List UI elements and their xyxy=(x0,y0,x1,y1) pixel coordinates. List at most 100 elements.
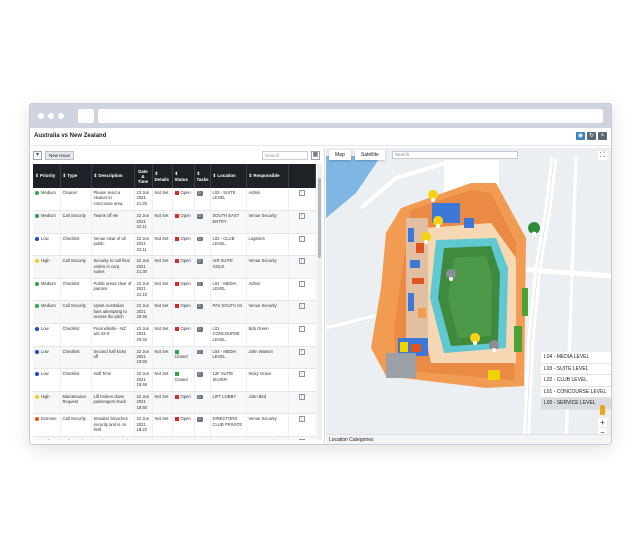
type-cell: Call Security xyxy=(60,436,92,440)
row-action-icon[interactable]: ⋮ xyxy=(298,393,305,400)
window-dot-icon xyxy=(58,113,64,119)
datetime-cell: 22 Jun 2021 19:50 xyxy=(134,346,153,370)
action-cell: ⋮ xyxy=(288,413,316,438)
tasks-cell: 0 xyxy=(194,436,211,440)
status-square-icon xyxy=(174,417,179,422)
filter-icon[interactable]: ▾ xyxy=(33,151,42,160)
new-issue-button[interactable]: New Issue xyxy=(45,151,75,160)
zoom-in-button[interactable]: + xyxy=(598,418,607,427)
tasks-count-badge: 0 xyxy=(196,191,203,196)
row-action-icon[interactable]: ⋮ xyxy=(298,213,305,220)
level-option[interactable]: L02 - CLUB LEVEL xyxy=(541,375,611,387)
datetime-cell: 22 Jun 2021 18:50 xyxy=(134,391,153,415)
datetime-cell: 22 Jun 2021 21:10 xyxy=(134,278,153,302)
tasks-count-badge: 0 xyxy=(196,372,203,377)
tasks-count-badge: 0 xyxy=(196,394,203,400)
location-cell: LIFT LOBBY xyxy=(210,391,247,415)
table-row[interactable]: Extreme Call Security Streaker breaches … xyxy=(33,413,316,438)
action-cell: ⋮ xyxy=(288,255,316,279)
refresh-icon[interactable]: ↻ xyxy=(587,132,596,140)
column-header[interactable]: ⇕ Details xyxy=(152,164,173,188)
action-cell: ⋮ xyxy=(288,436,316,440)
responsible-cell: Bob Green xyxy=(246,323,289,347)
type-cell: Checklist xyxy=(60,278,92,302)
column-header[interactable]: ⇕ Status xyxy=(172,164,195,188)
column-header[interactable]: ⇕ Location xyxy=(210,164,247,188)
row-action-icon[interactable]: ⋮ xyxy=(298,280,305,287)
row-action-icon[interactable]: ⋮ xyxy=(298,416,305,423)
panel-splitter[interactable] xyxy=(324,148,325,444)
satellite-tab[interactable]: Satellite xyxy=(355,150,385,160)
tasks-count-badge: 0 xyxy=(196,304,203,309)
table-row[interactable]: High Call Security Security to call fina… xyxy=(33,255,316,279)
row-action-icon[interactable]: ⋮ xyxy=(298,326,305,333)
status-square-icon xyxy=(174,190,179,195)
priority-dot-icon xyxy=(35,190,39,195)
tasks-cell: 0 xyxy=(194,323,211,347)
issues-table: ⇕ Priority ⇕ Type ⇕ Description Date & T… xyxy=(33,164,317,440)
map-search-input[interactable]: Search xyxy=(392,151,518,159)
description-cell: Streaker breaches security and is on fie… xyxy=(91,413,135,438)
row-action-icon[interactable]: ⋮ xyxy=(298,439,305,440)
description-cell: Drunk patron needs removed xyxy=(91,436,135,440)
column-header[interactable]: ⇕ Responsible xyxy=(246,164,289,188)
eye-icon[interactable]: ◉ xyxy=(576,132,585,140)
tasks-cell: 0 xyxy=(194,391,211,415)
column-header[interactable]: ⇕ Description xyxy=(91,164,135,188)
level-option[interactable]: L04 - MEDIA LEVEL xyxy=(541,352,611,364)
level-option[interactable]: L03 - SUITE LEVEL xyxy=(541,363,611,375)
row-action-icon[interactable]: ⋮ xyxy=(298,348,305,355)
tasks-count-badge: 0 xyxy=(196,349,203,355)
table-row[interactable]: Medium Checklist Public areas clear of p… xyxy=(33,278,316,302)
street-view-pegman-icon[interactable] xyxy=(600,405,605,415)
row-action-icon[interactable]: ⋮ xyxy=(298,371,305,378)
row-action-icon[interactable]: ⋮ xyxy=(298,190,305,196)
venue-map[interactable]: Map Satellite Search ⛶ L04 - MEDIA LEVEL… xyxy=(326,148,611,444)
table-row[interactable]: Low Checklist Half Time 22 Jun 2021 19:4… xyxy=(33,368,316,392)
action-cell: ⋮ xyxy=(288,233,316,257)
table-row[interactable]: Medium Cleaner Please send a cleaner to … xyxy=(33,188,316,212)
action-cell: ⋮ xyxy=(288,300,316,325)
close-icon[interactable]: × xyxy=(598,132,607,140)
level-option[interactable]: L01 - CONCOURSE LEVEL xyxy=(541,386,611,398)
details-cell: Not Set xyxy=(152,233,173,257)
location-cell: DIRECTORS CLUB PRIVATE xyxy=(210,413,247,438)
row-action-icon[interactable]: ⋮ xyxy=(298,235,305,242)
action-cell: ⋮ xyxy=(288,391,316,415)
issue-search-input[interactable]: Search xyxy=(262,151,308,160)
table-row[interactable]: Low Checklist Venue clear of all public … xyxy=(33,233,316,257)
browser-tab[interactable] xyxy=(78,109,94,123)
column-header[interactable]: ⇕ Tasks xyxy=(194,164,211,188)
table-row[interactable]: High Maintenance Request Lift broken dow… xyxy=(33,391,316,415)
page: Australia vs New Zealand ◉ ↻ × ▾ New Iss… xyxy=(30,128,611,444)
table-row[interactable]: Medium Call Security Drunk patron needs … xyxy=(33,436,316,440)
location-categories-panel[interactable]: Location Categories xyxy=(326,434,611,444)
status-square-icon xyxy=(174,349,179,354)
column-header[interactable]: Date & Time xyxy=(134,164,153,188)
status-cell: Open xyxy=(172,391,195,415)
location-cell: L01 - CONCOURSE LEVEL xyxy=(210,323,247,347)
columns-icon[interactable]: ▦ xyxy=(311,151,320,160)
priority-cell: Medium xyxy=(33,188,61,212)
table-row[interactable]: Medium Call Security Upset Australian fa… xyxy=(33,300,316,325)
table-row[interactable]: Medium Call Security Teams off ele 22 Ju… xyxy=(33,210,316,234)
map-tab[interactable]: Map xyxy=(329,150,351,160)
details-cell: Not Set xyxy=(152,413,173,438)
column-header xyxy=(288,164,316,188)
status-cell: Open xyxy=(172,300,195,325)
priority-cell: High xyxy=(33,255,61,279)
datetime-cell: 22 Jun 2021 19:48 xyxy=(134,368,153,392)
row-action-icon[interactable]: ⋮ xyxy=(298,258,305,265)
column-header[interactable]: ⇕ Priority xyxy=(33,164,61,188)
table-row[interactable]: Low Checklist Second half kicks off 22 J… xyxy=(33,346,316,370)
priority-dot-icon xyxy=(35,372,39,377)
table-scrollbar-thumb[interactable] xyxy=(318,178,321,258)
fullscreen-icon[interactable]: ⛶ xyxy=(598,151,607,160)
type-cell: Cleaner xyxy=(60,188,92,212)
row-action-icon[interactable]: ⋮ xyxy=(298,303,305,310)
priority-dot-icon xyxy=(35,259,39,264)
tasks-count-badge: 0 xyxy=(196,281,203,287)
column-header[interactable]: ⇕ Type xyxy=(60,164,92,188)
address-bar[interactable] xyxy=(98,109,603,123)
table-row[interactable]: Low Checklist Final whistle - NZ win 22-… xyxy=(33,323,316,347)
